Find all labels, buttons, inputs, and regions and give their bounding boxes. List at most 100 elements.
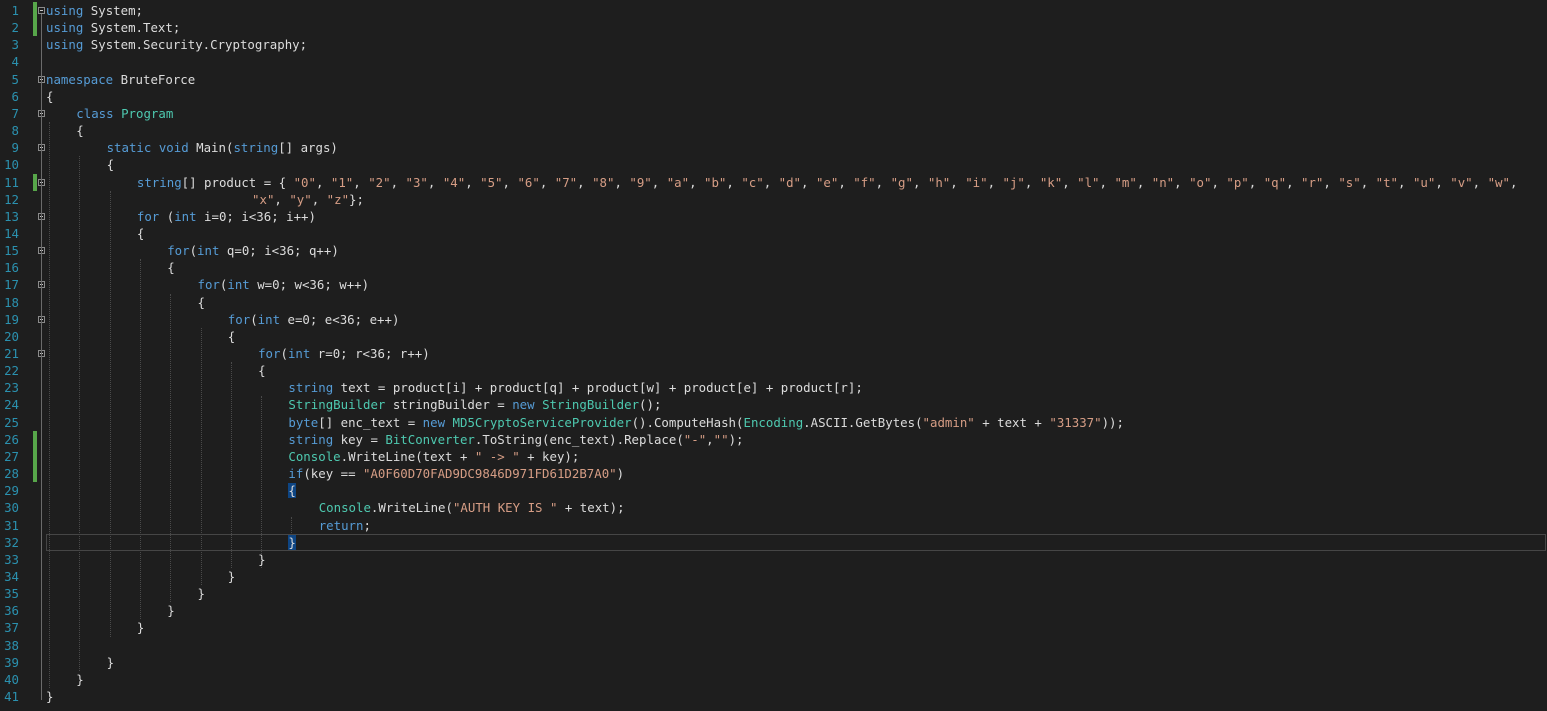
code-line[interactable]: using System;	[46, 2, 143, 19]
code-token: "8"	[592, 174, 615, 190]
code-token: ,	[315, 174, 331, 190]
code-line[interactable]: {	[107, 156, 114, 173]
code-token: Console	[288, 448, 341, 464]
code-token: ,	[427, 174, 443, 190]
code-token: .ToString(enc_text).Replace(	[474, 431, 684, 447]
code-token: string	[288, 431, 334, 447]
code-token: "r"	[1301, 174, 1324, 190]
code-line[interactable]: for(int e=0; e<36; e++)	[228, 311, 400, 328]
code-line[interactable]: }	[107, 654, 114, 671]
code-token: ,	[1286, 174, 1301, 190]
code-line[interactable]: for(int r=0; r<36; r++)	[258, 345, 430, 362]
fold-toggle-icon[interactable]	[38, 7, 45, 14]
code-line[interactable]: namespace BruteForce	[46, 71, 195, 88]
line-number: 19	[4, 311, 19, 327]
code-line[interactable]: class Program	[76, 105, 173, 122]
code-line[interactable]: byte[] enc_text = new MD5CryptoServicePr…	[288, 414, 1124, 431]
code-token: {	[258, 363, 266, 379]
code-line[interactable]: using System.Text;	[46, 19, 180, 36]
code-line[interactable]: }	[76, 671, 83, 688]
code-token: "i"	[965, 174, 988, 190]
code-token: static	[106, 140, 152, 156]
code-token: "n"	[1151, 174, 1175, 190]
indent-guide	[109, 190, 111, 637]
code-line[interactable]: {	[198, 294, 205, 311]
code-line[interactable]: }	[288, 534, 296, 551]
code-token: namespace	[46, 71, 114, 87]
code-line[interactable]: }	[46, 688, 53, 705]
code-line[interactable]: }	[258, 551, 265, 568]
code-token: string	[288, 380, 334, 396]
code-token: + key);	[519, 448, 580, 464]
code-token: ;	[363, 517, 371, 533]
code-line[interactable]: {	[167, 259, 174, 276]
code-token: .ASCII.GetBytes(	[803, 414, 923, 430]
code-line[interactable]: string text = product[i] + product[q] + …	[288, 379, 862, 396]
line-number: 24	[4, 397, 19, 413]
code-token: for	[258, 346, 281, 361]
code-line[interactable]: {	[228, 328, 235, 345]
code-line[interactable]: {	[288, 482, 296, 499]
code-line[interactable]: {	[258, 362, 265, 379]
code-line[interactable]: }	[137, 619, 144, 636]
code-token: return	[318, 517, 364, 533]
code-line[interactable]: }	[198, 585, 205, 602]
code-token: "j"	[1002, 174, 1025, 190]
code-token: {	[76, 123, 84, 139]
indent-guide	[79, 156, 81, 671]
code-token: ,	[1509, 174, 1518, 190]
code-line[interactable]: }	[228, 568, 235, 585]
code-line[interactable]: using System.Security.Cryptography;	[46, 36, 307, 53]
code-line[interactable]: Console.WriteLine("AUTH KEY IS " + text)…	[319, 499, 625, 516]
code-token: ,	[987, 174, 1003, 190]
line-number: 5	[11, 71, 19, 87]
code-token: ,	[539, 174, 555, 190]
code-line[interactable]: {	[76, 122, 83, 139]
code-token: "p"	[1226, 174, 1249, 190]
change-marker	[33, 19, 37, 37]
code-line[interactable]: }	[167, 602, 174, 619]
code-token: );	[728, 431, 744, 447]
code-token: ,	[706, 431, 714, 447]
code-line[interactable]: for(int q=0; i<36; q++)	[167, 242, 339, 259]
code-token: "4"	[442, 174, 466, 190]
code-token: int	[227, 277, 250, 293]
code-token: "7"	[554, 174, 578, 190]
code-editor[interactable]: 1 2 3 4 5 6 7 8 9 10 11 12 13 14 15 16 17 18 19 20 21 22 23 24 2…	[0, 0, 1547, 711]
code-token: ,	[577, 174, 593, 190]
code-token: for	[227, 311, 251, 327]
code-token: "t"	[1375, 174, 1399, 190]
code-token: )	[616, 466, 625, 482]
code-token: ().ComputeHash(	[631, 414, 744, 430]
code-token: ,	[651, 174, 667, 190]
code-token: string	[136, 174, 182, 190]
code-token: new	[512, 397, 535, 413]
code-token: "c"	[741, 174, 764, 190]
code-token: "31337"	[1049, 414, 1102, 430]
code-token: "q"	[1263, 174, 1287, 190]
code-line[interactable]: string key = BitConverter.ToString(enc_t…	[288, 431, 743, 448]
code-token: ));	[1101, 414, 1124, 430]
line-number: 14	[4, 225, 19, 241]
outlining-line	[41, 14, 42, 700]
code-token: int	[197, 243, 220, 259]
code-line[interactable]: for(int w=0; w<36; w++)	[198, 276, 370, 293]
code-line[interactable]: StringBuilder stringBuilder = new String…	[288, 396, 661, 413]
code-line[interactable]: string[] product = { "0", "1", "2", "3",…	[137, 174, 1518, 191]
code-token: ,	[1211, 174, 1227, 190]
code-line[interactable]: static void Main(string[] args)	[107, 139, 338, 156]
line-number: 29	[4, 483, 19, 499]
code-token: }	[46, 689, 54, 704]
line-number: 39	[4, 654, 19, 670]
indent-guide	[170, 293, 172, 603]
code-token: "a"	[666, 174, 690, 190]
code-line[interactable]: {	[137, 225, 144, 242]
code-line[interactable]: "x", "y", "z"};	[252, 191, 364, 208]
code-line[interactable]: for (int i=0; i<36; i++)	[137, 208, 316, 225]
code-token: "w"	[1487, 174, 1510, 190]
code-line[interactable]: if(key == "A0F60D70FAD9DC9846D971FD61D2B…	[288, 465, 624, 482]
code-line[interactable]: return;	[319, 517, 371, 534]
code-line[interactable]: Console.WriteLine(text + " -> " + key);	[288, 448, 579, 465]
line-number: 10	[4, 157, 19, 173]
code-line[interactable]: {	[46, 88, 53, 105]
